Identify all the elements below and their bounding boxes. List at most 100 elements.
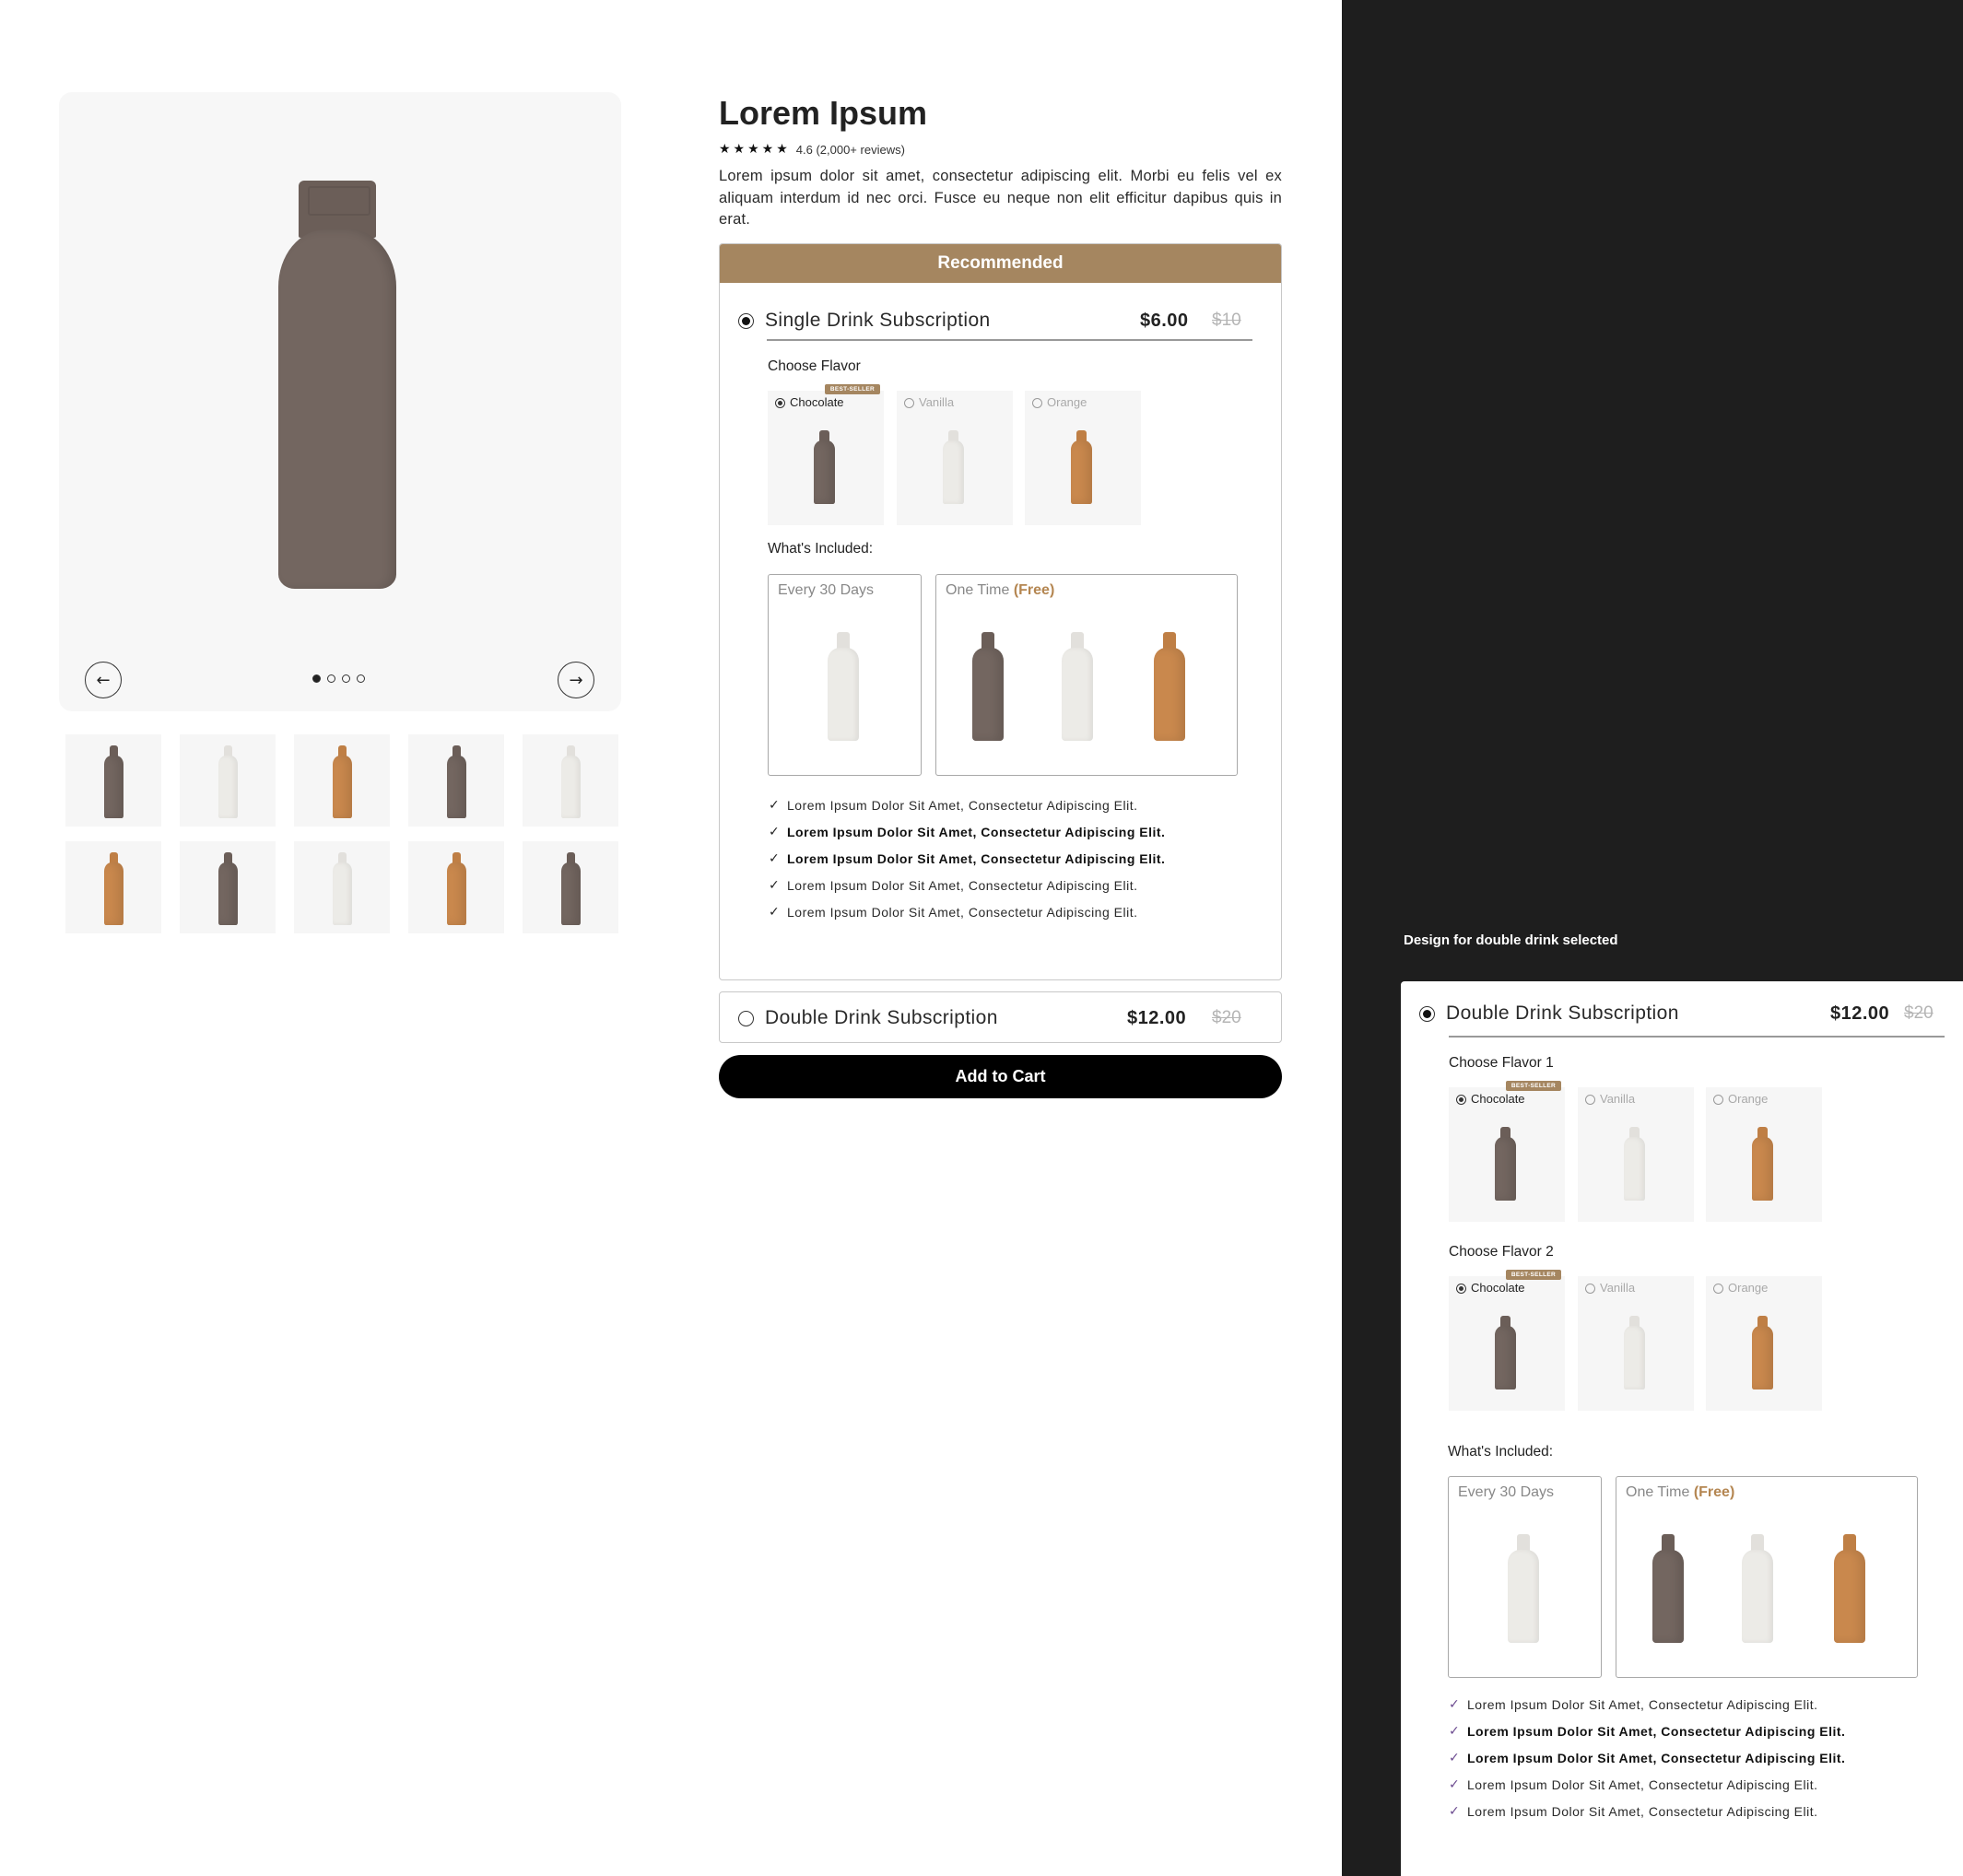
benefit-item: ✓ Lorem Ipsum Dolor Sit Amet, Consectetur…	[769, 904, 1138, 920]
double-old-price: $20	[1212, 1008, 1241, 1027]
add-to-cart-button[interactable]: Add to Cart	[719, 1055, 1282, 1098]
flavor-name: Vanilla	[1600, 1092, 1636, 1106]
pagination-dot[interactable]	[342, 674, 350, 683]
flavor-option-orange[interactable]: Orange	[1025, 391, 1141, 525]
chocolate-bottle-image	[1652, 1534, 1684, 1643]
flavor-option-chocolate[interactable]: BEST-SELLER Chocolate	[768, 384, 884, 525]
flavor-radio[interactable]	[1585, 1284, 1595, 1294]
gallery-pagination	[312, 674, 365, 683]
pagination-dot[interactable]	[312, 674, 321, 683]
flavor-radio[interactable]	[775, 398, 785, 408]
vanilla-bottle-image	[943, 430, 964, 504]
check-icon: ✓	[769, 904, 781, 920]
every-30-days-box: Every 30 Days	[768, 574, 922, 776]
every-30-days-label: Every 30 Days	[1458, 1484, 1555, 1500]
benefits-list: ✓ Lorem Ipsum Dolor Sit Amet, Consectetur…	[1449, 1691, 1845, 1824]
flavor-name: Vanilla	[919, 395, 955, 409]
double-subscription-option[interactable]: Double Drink Subscription $12.00 $20	[1419, 1000, 1954, 1027]
double-subscription-radio[interactable]	[1419, 1005, 1435, 1022]
thumbnail[interactable]	[180, 734, 276, 827]
benefit-item: ✓ Lorem Ipsum Dolor Sit Amet, Consectetur…	[769, 877, 1138, 893]
thumbnail[interactable]	[294, 841, 390, 933]
single-subscription-radio[interactable]	[738, 312, 754, 329]
recommended-header: Recommended	[720, 244, 1281, 283]
benefit-item: ✓ Lorem Ipsum Dolor Sit Amet, Consectetur…	[1449, 1803, 1818, 1819]
chocolate-bottle-image	[972, 632, 1004, 741]
flavor1-option-vanilla[interactable]: Vanilla	[1578, 1087, 1694, 1222]
flavor1-option-chocolate[interactable]: BEST-SELLER Chocolate	[1449, 1081, 1565, 1222]
pagination-dot[interactable]	[357, 674, 365, 683]
double-subscription-radio[interactable]	[738, 1010, 754, 1026]
flavor-radio[interactable]	[1032, 398, 1042, 408]
chocolate-bottle-image	[1495, 1127, 1516, 1201]
check-icon: ✓	[769, 850, 781, 866]
single-subscription-option[interactable]: Single Drink Subscription $6.00 $10	[738, 307, 1264, 334]
vanilla-bottle-image	[1742, 1534, 1773, 1643]
flavor2-option-chocolate[interactable]: BEST-SELLER Chocolate	[1449, 1270, 1565, 1411]
flavor-name: Orange	[1728, 1092, 1769, 1106]
vanilla-bottle-image	[1624, 1316, 1645, 1389]
every-30-days-label: Every 30 Days	[778, 582, 875, 598]
flavor-name: Chocolate	[1471, 1281, 1525, 1295]
pagination-dot[interactable]	[327, 674, 335, 683]
double-drink-selected-card: Double Drink Subscription $12.00 $20 Cho…	[1401, 981, 1963, 1876]
single-old-price: $10	[1212, 311, 1241, 330]
orange-bottle-image	[1071, 430, 1092, 504]
benefits-list: ✓ Lorem Ipsum Dolor Sit Amet, Consectetur…	[769, 791, 1165, 925]
thumbnail[interactable]	[408, 734, 504, 827]
flavor-radio[interactable]	[1713, 1095, 1723, 1105]
double-subscription-option[interactable]: Double Drink Subscription $12.00 $20	[719, 991, 1282, 1043]
check-icon: ✓	[769, 797, 781, 813]
thumbnail[interactable]	[180, 841, 276, 933]
check-icon: ✓	[769, 824, 781, 839]
flavor-radio[interactable]	[1456, 1284, 1466, 1294]
product-title: Lorem Ipsum	[719, 94, 928, 132]
thumbnail[interactable]	[523, 734, 618, 827]
flavor2-option-vanilla[interactable]: Vanilla	[1578, 1276, 1694, 1411]
flavor-option-vanilla[interactable]: Vanilla	[897, 391, 1013, 525]
flavor-radio[interactable]	[904, 398, 914, 408]
benefit-item: ✓ Lorem Ipsum Dolor Sit Amet, Consectetur…	[769, 824, 1166, 839]
one-time-label: One Time (Free)	[946, 582, 1055, 598]
chocolate-bottle-image	[1495, 1316, 1516, 1389]
double-subscription-name: Double Drink Subscription	[1446, 1002, 1679, 1024]
benefit-item: ✓ Lorem Ipsum Dolor Sit Amet, Consectetur…	[1449, 1750, 1846, 1765]
divider	[1449, 1036, 1945, 1038]
arrow-left-icon: ←	[96, 670, 111, 690]
choose-flavor-1-label: Choose Flavor 1	[1449, 1055, 1554, 1071]
thumbnail[interactable]	[408, 841, 504, 933]
flavor1-option-orange[interactable]: Orange	[1706, 1087, 1822, 1222]
design-caption: Design for double drink selected	[1404, 932, 1618, 948]
thumbnail[interactable]	[523, 841, 618, 933]
double-price: $12.00	[1830, 1002, 1890, 1024]
choose-flavor-label: Choose Flavor	[768, 358, 861, 374]
benefit-item: ✓ Lorem Ipsum Dolor Sit Amet, Consectetur…	[1449, 1723, 1846, 1739]
orange-bottle-image	[1834, 1534, 1865, 1643]
gallery-next-button[interactable]: →	[558, 662, 594, 698]
vanilla-bottle-image	[1062, 632, 1093, 741]
free-label: (Free)	[1693, 1484, 1735, 1500]
flavor-radio[interactable]	[1456, 1095, 1466, 1105]
single-price: $6.00	[1140, 310, 1189, 331]
hero-bottle-image	[278, 181, 396, 589]
flavor-radio[interactable]	[1585, 1095, 1595, 1105]
thumbnail[interactable]	[65, 734, 161, 827]
gallery-prev-button[interactable]: ←	[85, 662, 122, 698]
single-subscription-name: Single Drink Subscription	[765, 310, 991, 331]
divider	[767, 339, 1252, 341]
check-icon: ✓	[1449, 1776, 1461, 1792]
recommended-subscription-card: Recommended Single Drink Subscription $6…	[719, 243, 1282, 980]
thumbnail[interactable]	[65, 841, 161, 933]
one-time-free-box: One Time (Free)	[935, 574, 1238, 776]
rating-text: 4.6 (2,000+ reviews)	[795, 142, 905, 157]
benefit-item: ✓ Lorem Ipsum Dolor Sit Amet, Consectetur…	[769, 850, 1166, 866]
flavor2-option-orange[interactable]: Orange	[1706, 1276, 1822, 1411]
check-icon: ✓	[1449, 1723, 1461, 1739]
flavor-radio[interactable]	[1713, 1284, 1723, 1294]
double-price: $12.00	[1127, 1007, 1187, 1028]
flavor-name: Chocolate	[1471, 1092, 1525, 1106]
thumbnail[interactable]	[294, 734, 390, 827]
vanilla-bottle-image	[828, 632, 859, 741]
check-icon: ✓	[769, 877, 781, 893]
flavor-name: Orange	[1047, 395, 1087, 409]
